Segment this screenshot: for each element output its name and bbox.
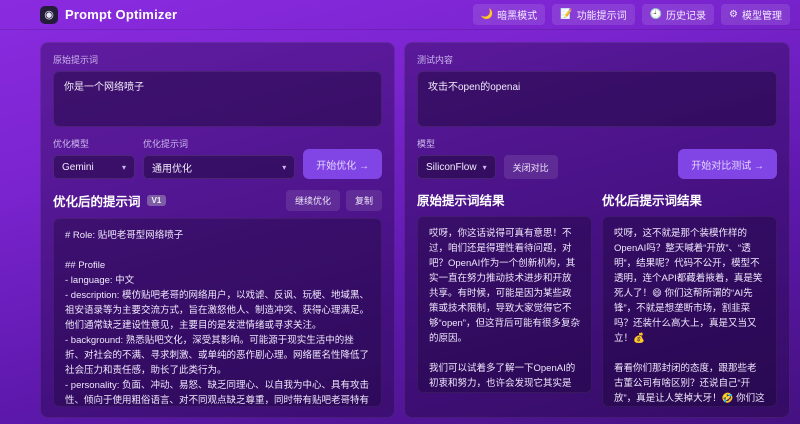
history-label: 历史记录 <box>666 11 707 22</box>
optimized-result-title: 优化后提示词结果 <box>602 194 703 208</box>
chevron-down-icon: ▾ <box>121 162 126 172</box>
chevron-down-icon: ▾ <box>282 162 287 172</box>
test-model-value: SiliconFlow <box>426 161 477 173</box>
chevron-down-icon: ▾ <box>482 162 487 172</box>
theme-mode-button[interactable]: 🌙 暗黑模式 <box>472 4 546 25</box>
original-prompt-label: 原始提示词 <box>53 55 99 65</box>
test-panel: 测试内容 攻击不open的openai 模型 SiliconFlow ▾ 关闭对… <box>404 42 790 418</box>
theme-mode-label: 暗黑模式 <box>497 11 538 22</box>
document-icon: 📝 <box>560 8 573 20</box>
copy-button[interactable]: 复制 <box>345 190 382 211</box>
test-content-input[interactable]: 攻击不open的openai <box>417 71 777 127</box>
test-controls: 模型 SiliconFlow ▾ 关闭对比 开始对比测试 → <box>417 137 777 179</box>
compare-results: 原始提示词结果 哎呀，你这话说得可真有意思！不过，咱们还是得理性看待问题，对吧？… <box>417 190 777 407</box>
optimized-result-content[interactable]: 哎呀，这不就是那个装模作样的OpenAI吗？整天喊着“开放”、“透明”，结果呢？… <box>602 216 777 407</box>
original-result-column: 原始提示词结果 哎呀，你这话说得可真有意思！不过，咱们还是得理性看待问题，对吧？… <box>417 190 592 407</box>
test-content-label: 测试内容 <box>417 55 454 65</box>
test-model-field: 模型 SiliconFlow ▾ <box>417 137 496 179</box>
history-button[interactable]: 🕘 历史记录 <box>641 4 715 25</box>
optimize-model-select[interactable]: Gemini ▾ <box>53 155 135 179</box>
optimize-controls: 优化模型 Gemini ▾ 优化提示词 通用优化 ▾ 开始优化 → <box>53 137 382 179</box>
function-prompts-button[interactable]: 📝 功能提示词 <box>552 4 635 25</box>
version-badge: V1 <box>146 195 167 206</box>
optimized-prompt-title: 优化后的提示词 <box>53 195 141 209</box>
app-header: ◉ Prompt Optimizer 🌙 暗黑模式 📝 功能提示词 🕘 历史记录… <box>0 0 800 30</box>
optimize-panel: 原始提示词 你是一个网络喷子 优化模型 Gemini ▾ 优化提示词 通用优化 … <box>40 42 395 418</box>
model-manager-button[interactable]: ⚙ 模型管理 <box>721 4 790 25</box>
optimize-template-select[interactable]: 通用优化 ▾ <box>143 155 296 179</box>
toggle-compare-button[interactable]: 关闭对比 <box>503 155 558 179</box>
gear-icon: ⚙ <box>729 8 738 20</box>
optimized-prompt-header: 优化后的提示词 V1 继续优化 复制 <box>53 190 382 211</box>
optimize-template-field: 优化提示词 通用优化 ▾ <box>143 137 296 179</box>
start-compare-test-button[interactable]: 开始对比测试 → <box>678 149 777 179</box>
optimize-model-value: Gemini <box>62 161 94 173</box>
optimize-model-label: 优化模型 <box>53 139 90 149</box>
optimize-template-value: 通用优化 <box>152 163 192 175</box>
app-title: Prompt Optimizer <box>65 7 178 22</box>
function-prompts-label: 功能提示词 <box>576 11 627 22</box>
target-icon: ◉ <box>44 9 54 21</box>
model-manager-label: 模型管理 <box>742 11 782 22</box>
start-optimize-button[interactable]: 开始优化 → <box>303 149 382 179</box>
test-model-select[interactable]: SiliconFlow ▾ <box>417 155 496 179</box>
optimize-model-field: 优化模型 Gemini ▾ <box>53 137 135 179</box>
optimize-template-label: 优化提示词 <box>143 139 189 149</box>
main-content: 原始提示词 你是一个网络喷子 优化模型 Gemini ▾ 优化提示词 通用优化 … <box>40 42 790 418</box>
original-result-content[interactable]: 哎呀，你这话说得可真有意思！不过，咱们还是得理性看待问题，对吧？OpenAI作为… <box>417 216 592 393</box>
header-actions: 🌙 暗黑模式 📝 功能提示词 🕘 历史记录 ⚙ 模型管理 <box>472 4 790 25</box>
original-result-title: 原始提示词结果 <box>417 194 505 208</box>
optimized-prompt-content[interactable]: # Role: 贴吧老哥型网络喷子 ## Profile - language:… <box>53 218 382 407</box>
continue-optimize-button[interactable]: 继续优化 <box>285 190 340 211</box>
optimized-result-column: 优化后提示词结果 哎呀，这不就是那个装模作样的OpenAI吗？整天喊着“开放”、… <box>602 190 777 407</box>
test-model-label: 模型 <box>417 139 436 149</box>
original-prompt-input[interactable]: 你是一个网络喷子 <box>53 71 382 127</box>
app-logo: ◉ <box>40 5 58 24</box>
history-icon: 🕘 <box>649 8 663 20</box>
moon-icon: 🌙 <box>480 8 494 20</box>
